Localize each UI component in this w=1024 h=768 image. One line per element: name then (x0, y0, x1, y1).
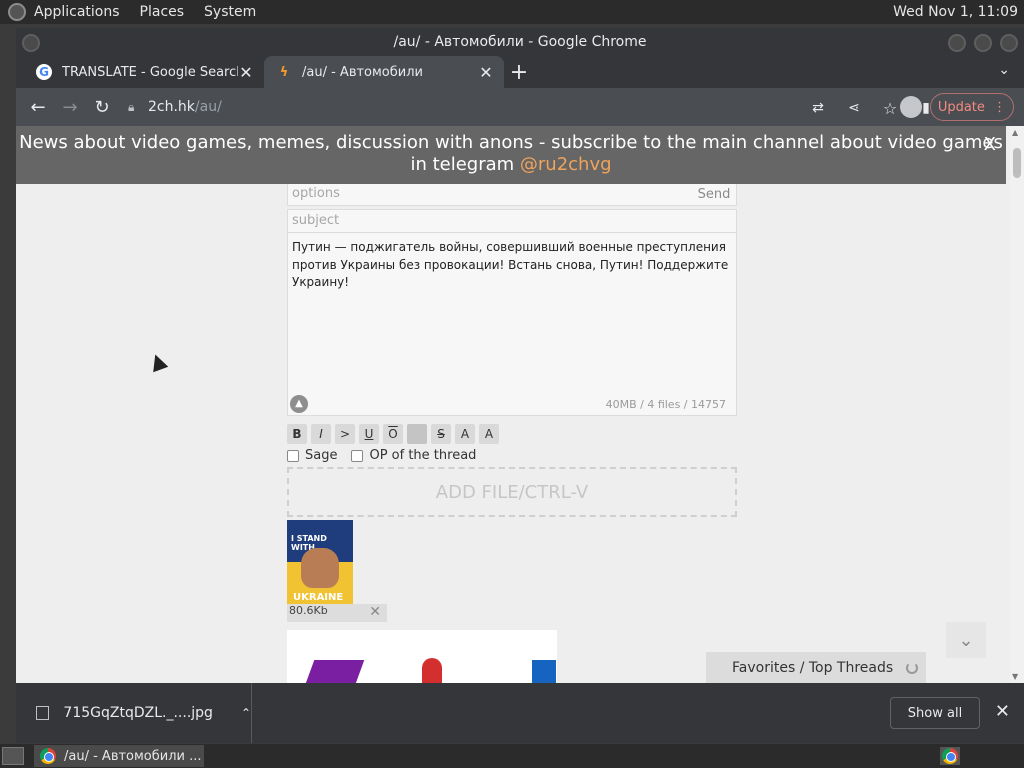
download-filename: 715GqZtqDZL._....jpg (63, 705, 213, 721)
attachment-meta: 80.6Kb ✕ (287, 604, 387, 622)
superscript-button[interactable]: A (455, 424, 475, 444)
banner-text-line1: News about video games, memes, discussio… (19, 132, 1003, 153)
download-item[interactable]: 715GqZtqDZL._....jpg ⌃ (16, 683, 252, 743)
bold-button[interactable]: B (287, 424, 307, 444)
banner-text-line2: in telegram @ru2chvg (410, 154, 612, 175)
close-shelf-icon[interactable]: ✕ (995, 701, 1010, 722)
tab-label: TRANSLATE - Google Search (62, 64, 238, 80)
reload-icon[interactable]: ↻ (86, 91, 118, 123)
new-tab-button[interactable]: + (504, 56, 534, 88)
gnome-logo-icon[interactable] (8, 3, 26, 21)
page-viewport: options Send subject Путин — поджигатель… (16, 126, 1024, 683)
attachment-size: 80.6Kb (289, 604, 328, 617)
message-textarea[interactable]: Путин — поджигатель войны, совершивший в… (287, 232, 737, 416)
telegram-link[interactable]: @ru2chvg (520, 154, 612, 175)
subscript-button[interactable]: A (479, 424, 499, 444)
overline-button[interactable]: O (383, 424, 403, 444)
sage-label: Sage (305, 448, 338, 463)
op-label: OP of the thread (369, 448, 477, 463)
underline-button[interactable]: U (359, 424, 379, 444)
add-file-dropzone[interactable]: ADD FILE/CTRL-V (287, 467, 737, 517)
tab-strip: G TRANSLATE - Google Search ✕ ϟ /au/ - А… (16, 56, 1024, 88)
format-toolbar: B I > U O S A A (287, 424, 499, 444)
tab-label: /au/ - Автомобили (302, 64, 423, 80)
menu-places[interactable]: Places (140, 4, 185, 20)
minimize-button[interactable] (948, 34, 966, 52)
tab-translate[interactable]: G TRANSLATE - Google Search ✕ (24, 56, 264, 88)
scroll-down-button[interactable]: ⌄ (946, 622, 986, 658)
window-title: /au/ - Автомобили - Google Chrome (393, 34, 647, 50)
subject-field[interactable]: subject (287, 209, 737, 233)
strike-button[interactable]: S (431, 424, 451, 444)
sage-checkbox[interactable] (287, 449, 299, 462)
chrome-icon (40, 748, 56, 764)
promo-banner: News about video games, memes, discussio… (16, 126, 1006, 184)
taskbar-item-label: /au/ - Автомобили ... (64, 748, 202, 764)
quote-button[interactable]: > (335, 424, 355, 444)
browser-window: /au/ - Автомобили - Google Chrome G TRAN… (16, 28, 1024, 743)
share-icon[interactable]: ⋖ (838, 92, 870, 124)
window-titlebar[interactable]: /au/ - Автомобили - Google Chrome (16, 28, 1024, 56)
tab-search-icon[interactable]: ⌄ (998, 62, 1010, 78)
back-icon[interactable]: ← (22, 91, 54, 123)
attachment-thumbnail[interactable]: I STAND WITH UKRAINE (287, 520, 353, 604)
menu-system[interactable]: System (204, 4, 256, 20)
top-panel: Applications Places System Wed Nov 1, 11… (0, 0, 1024, 24)
url-host: 2ch.hk (148, 99, 195, 115)
post-options: Sage OP of the thread (287, 448, 476, 463)
image-file-icon (36, 706, 50, 720)
update-button[interactable]: Update ⋮ (930, 93, 1014, 121)
update-label: Update (937, 99, 985, 115)
browser-toolbar: ← → ↻ 🔒︎ 2ch.hk/au/ ⇄ ⋖ ☆ ▮ Update ⋮ (16, 88, 1024, 126)
message-text: Путин — поджигатель войны, совершивший в… (292, 240, 729, 289)
scroll-down-arrow-icon[interactable]: ▼ (1012, 672, 1018, 681)
tray-chrome-icon[interactable] (940, 747, 960, 765)
window-controls (948, 34, 1018, 52)
menu-applications[interactable]: Applications (34, 4, 120, 20)
maximize-button[interactable] (974, 34, 992, 52)
limits-counter: 40MB / 4 files / 14757 (605, 397, 726, 411)
spoiler-button[interactable] (407, 424, 427, 444)
captcha-icon[interactable]: ▲ (290, 395, 308, 413)
taskbar: /au/ - Автомобили ... (0, 744, 1024, 768)
close-tab-icon[interactable]: ✕ (478, 63, 494, 82)
loading-spinner-icon (906, 661, 918, 674)
options-field[interactable]: options (287, 182, 737, 206)
forward-icon[interactable]: → (54, 91, 86, 123)
post-image[interactable] (287, 630, 557, 683)
scroll-up-arrow-icon[interactable]: ▲ (1012, 128, 1018, 137)
download-shelf: 715GqZtqDZL._....jpg ⌃ Show all ✕ (16, 683, 1024, 743)
scrollbar-thumb[interactable] (1013, 148, 1021, 178)
favorites-bar[interactable]: Favorites / Top Threads (706, 652, 926, 683)
raised-fists-image (301, 548, 339, 588)
taskbar-item-chrome[interactable]: /au/ - Автомобили ... (34, 745, 204, 767)
send-button[interactable]: Send (691, 182, 737, 206)
window-menu-button[interactable] (22, 34, 40, 52)
close-window-button[interactable] (1000, 34, 1018, 52)
translate-icon[interactable]: ⇄ (802, 92, 834, 124)
lock-icon[interactable]: 🔒︎ (128, 100, 148, 115)
op-checkbox[interactable] (351, 449, 364, 462)
italic-button[interactable]: I (311, 424, 331, 444)
url-path: /au/ (194, 99, 222, 115)
chevron-up-icon[interactable]: ⌃ (241, 706, 251, 720)
page-scrollbar[interactable]: ▲ ▼ (1010, 126, 1024, 683)
clock[interactable]: Wed Nov 1, 11:09 (893, 4, 1018, 20)
banner-close-button[interactable]: X (984, 134, 996, 156)
tab-au[interactable]: ϟ /au/ - Автомобили ✕ (264, 56, 504, 88)
google-icon: G (36, 64, 52, 80)
favorites-label: Favorites / Top Threads (732, 659, 894, 676)
bolt-icon: ϟ (279, 64, 289, 80)
close-tab-icon[interactable]: ✕ (238, 63, 254, 82)
show-desktop-icon[interactable] (2, 747, 24, 765)
show-all-button[interactable]: Show all (890, 697, 980, 729)
profile-avatar-icon[interactable] (900, 96, 922, 118)
remove-attachment-icon[interactable]: ✕ (369, 604, 381, 620)
attachment-caption-bottom: UKRAINE (293, 592, 344, 603)
